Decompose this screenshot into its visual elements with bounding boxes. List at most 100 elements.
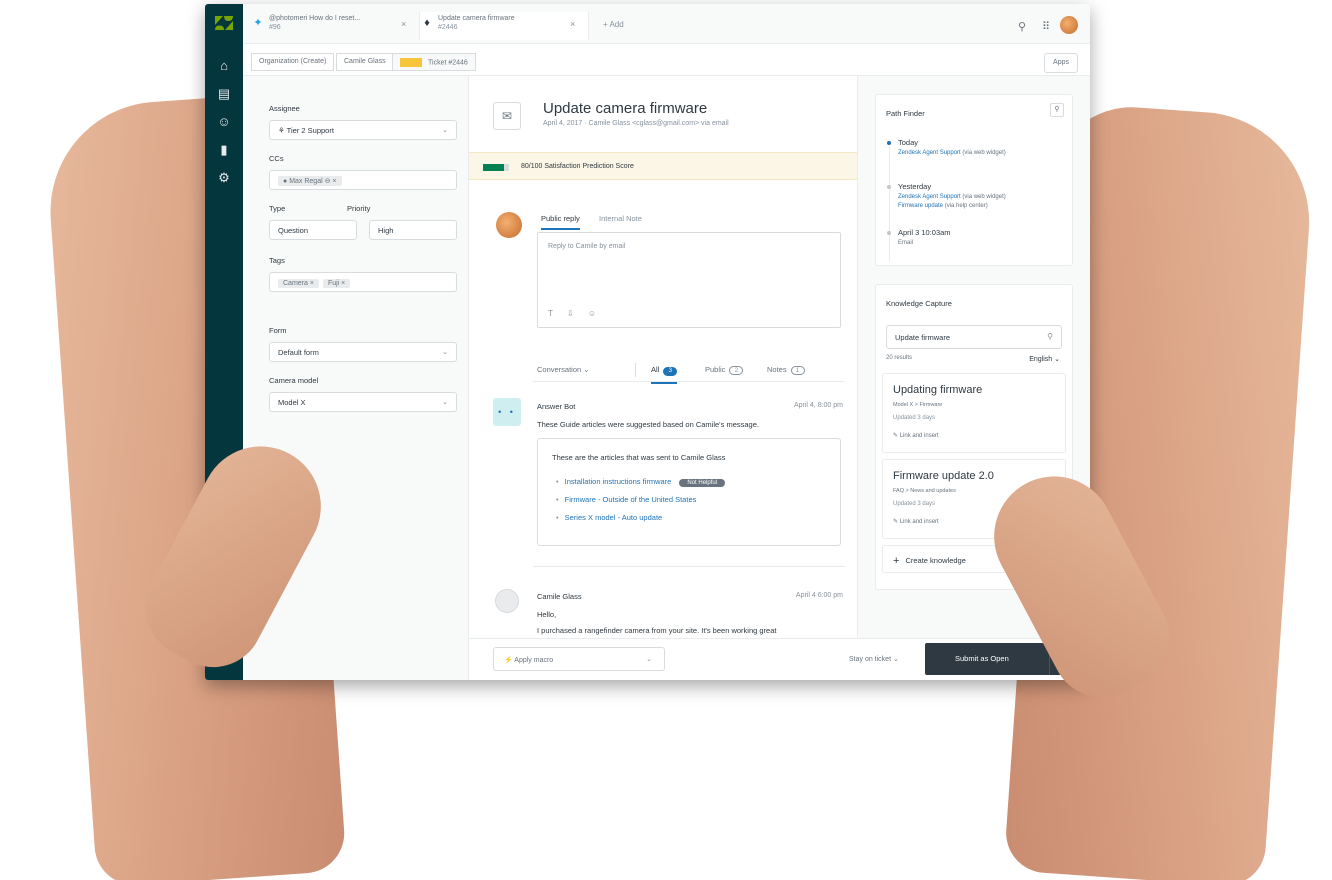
- zendesk-logo-icon[interactable]: [215, 16, 233, 30]
- link-and-insert-label: Link and insert: [899, 519, 939, 525]
- filter-public[interactable]: Public 2: [705, 365, 744, 375]
- ticket-meta: April 4, 2017 · Camile Glass <cglass@gma…: [543, 120, 729, 127]
- user-avatar[interactable]: [1060, 16, 1078, 34]
- filter-rule: [533, 381, 845, 382]
- tab-update-camera-firmware[interactable]: ♦ Update camera firmware #2446 ×: [419, 12, 589, 40]
- message-author[interactable]: Camile Glass: [537, 592, 582, 601]
- message-divider: [533, 566, 845, 567]
- article-title: Series X model - Auto update: [564, 513, 663, 522]
- article-path: FAQ > News and updates: [893, 488, 956, 494]
- reply-toolbar[interactable]: T ⇩ ☺: [548, 309, 602, 318]
- reply-editor[interactable]: Reply to Camile by email T ⇩ ☺: [537, 232, 841, 328]
- link-and-insert[interactable]: ✎ Link and insert: [893, 432, 939, 439]
- tag-token[interactable]: Fuji ×: [322, 279, 351, 288]
- timeline-link[interactable]: Firmware update (via help center): [898, 203, 988, 209]
- cc-name: Max Regal: [289, 178, 323, 185]
- results-count: 20 results: [886, 355, 913, 361]
- timeline-dot: [887, 141, 891, 145]
- apps-button[interactable]: Apps: [1044, 53, 1078, 73]
- submit-label: Submit as Open: [955, 654, 1009, 663]
- article-link[interactable]: • Firmware - Outside of the United States: [556, 495, 696, 504]
- camera-model-select[interactable]: Model X ⌄: [269, 392, 457, 412]
- chevron-down-icon: ⌄: [442, 349, 448, 356]
- count-badge: 2: [729, 366, 744, 375]
- ticket-subject[interactable]: Update camera firmware: [543, 100, 707, 117]
- ccs-field[interactable]: ● Max Regal ⊖ ×: [269, 170, 457, 190]
- apply-macro-select[interactable]: ⚡ Apply macro ⌄: [493, 647, 665, 671]
- article-link[interactable]: • Series X model - Auto update: [556, 513, 662, 522]
- ccs-label: CCs: [269, 154, 284, 163]
- apply-macro-label: Apply macro: [514, 657, 554, 664]
- suggested-articles-card: These are the articles that was sent to …: [537, 438, 841, 546]
- close-icon[interactable]: ×: [570, 19, 575, 29]
- knowledge-search-input[interactable]: Update firmware ⚲: [886, 325, 1062, 349]
- ticket-action-bar: ⚡ Apply macro ⌄ Stay on ticket ⌄ Submit …: [469, 638, 1090, 680]
- link-and-insert[interactable]: ✎ Link and insert: [893, 518, 939, 525]
- knowledge-search-value: Update firmware: [895, 333, 951, 342]
- conversation-filter: Conversation ⌄ All 3 Public 2 Notes 1: [537, 361, 841, 384]
- helpful-badge: Not Helpful: [679, 479, 726, 487]
- breadcrumb-organization[interactable]: Organization (Create): [251, 53, 335, 71]
- views-icon[interactable]: ▤: [216, 86, 232, 102]
- knowledge-capture-title: Knowledge Capture: [886, 299, 952, 308]
- language-dropdown[interactable]: English ⌄: [1029, 355, 1060, 363]
- form-label: Form: [269, 326, 287, 335]
- article-link[interactable]: • Installation instructions firmware Not H…: [556, 477, 726, 487]
- home-icon[interactable]: ⌂: [216, 58, 232, 74]
- timeline-link-text: Firmware update: [898, 203, 944, 209]
- breadcrumb-user[interactable]: Camile Glass: [336, 53, 394, 71]
- gear-icon[interactable]: ⚙: [216, 170, 232, 186]
- count-badge: 3: [663, 367, 678, 376]
- type-select[interactable]: Question: [269, 220, 357, 240]
- chevron-down-icon: ⌄: [442, 399, 448, 406]
- search-icon[interactable]: ⚲: [1018, 20, 1026, 33]
- tags-field[interactable]: Camera × Fuji ×: [269, 272, 457, 292]
- chevron-down-icon: ⌄: [646, 656, 652, 663]
- stay-on-ticket-dropdown[interactable]: Stay on ticket ⌄: [849, 655, 899, 663]
- assignee-select[interactable]: ⚘ Tier 2 Support ⌄: [269, 120, 457, 140]
- timeline-link[interactable]: Zendesk Agent Support (via web widget): [898, 194, 1006, 200]
- article-title[interactable]: Updating firmware: [893, 384, 982, 396]
- cc-token[interactable]: ● Max Regal ⊖ ×: [278, 176, 342, 186]
- breadcrumb: Organization (Create) Camile Glass Ticke…: [243, 44, 1090, 76]
- reply-placeholder: Reply to Camile by email: [548, 243, 626, 250]
- camera-model-label: Camera model: [269, 376, 319, 385]
- type-label: Type: [269, 204, 286, 213]
- tablet-screen: ⌂ ▤ ☺ ▮ ⚙ ✦ @photomeri How do I reset...…: [205, 4, 1090, 680]
- tab-public-reply[interactable]: Public reply: [541, 214, 580, 230]
- breadcrumb-ticket[interactable]: Ticket #2446: [392, 53, 476, 71]
- tab-twitter-ticket[interactable]: ✦ @photomeri How do I reset... #96 ×: [251, 12, 411, 40]
- satisfaction-meter-fill: [483, 164, 504, 171]
- reporting-icon[interactable]: ▮: [216, 142, 232, 158]
- mail-icon: ✉: [493, 102, 521, 130]
- message-author[interactable]: Answer Bot: [537, 402, 575, 411]
- article-title: Firmware - Outside of the United States: [564, 495, 697, 504]
- search-icon[interactable]: ⚲: [1047, 332, 1053, 341]
- tag-token[interactable]: Camera ×: [278, 279, 319, 288]
- apps-grid-icon[interactable]: ⠿: [1042, 20, 1050, 33]
- priority-select[interactable]: High: [369, 220, 457, 240]
- filter-notes[interactable]: Notes 1: [767, 365, 805, 375]
- tab-internal-note[interactable]: Internal Note: [599, 214, 642, 223]
- message-body: Hello,: [537, 610, 557, 619]
- timeline-yesterday: Yesterday: [898, 182, 932, 191]
- conversation-dropdown[interactable]: Conversation ⌄: [537, 365, 590, 374]
- tab-subtitle: #96: [269, 24, 281, 31]
- article-updated: Updated 3 days: [893, 501, 936, 507]
- message-timestamp: April 4 6:00 pm: [795, 592, 843, 599]
- plus-icon: +: [893, 555, 900, 567]
- satisfaction-bar: 80/100 Satisfaction Prediction Score: [469, 152, 857, 180]
- pin-icon[interactable]: ⚲: [1050, 103, 1064, 117]
- agent-avatar: [496, 212, 522, 238]
- article-updated: Updated 3 days: [893, 415, 936, 421]
- knowledge-article[interactable]: Updating firmware Model X > Firmware Upd…: [882, 373, 1066, 453]
- customers-icon[interactable]: ☺: [216, 114, 232, 130]
- close-icon[interactable]: ×: [401, 19, 406, 29]
- tab-title: @photomeri How do I reset...: [269, 15, 361, 22]
- satisfaction-meter: [483, 164, 509, 171]
- article-title[interactable]: Firmware update 2.0: [893, 470, 994, 482]
- form-select[interactable]: Default form ⌄: [269, 342, 457, 362]
- satisfaction-text: 80/100 Satisfaction Prediction Score: [521, 163, 634, 170]
- add-tab-button[interactable]: + Add: [603, 20, 624, 29]
- timeline-link[interactable]: Zendesk Agent Support (via web widget): [898, 150, 1006, 156]
